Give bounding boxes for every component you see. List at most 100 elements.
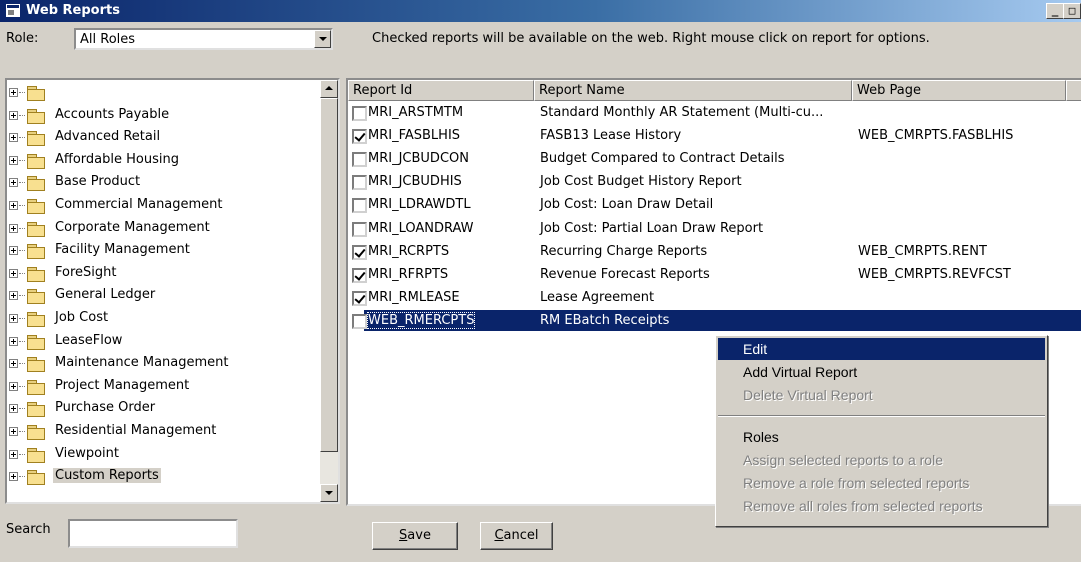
publish-checkbox[interactable] <box>352 106 367 121</box>
tree-connector <box>19 227 25 229</box>
tree-item[interactable]: Purchase Order <box>7 398 322 421</box>
scroll-up-button[interactable] <box>320 80 338 98</box>
report-id-cell: MRI_JCBUDCON <box>368 151 469 167</box>
expand-icon[interactable] <box>9 449 18 459</box>
report-name-cell: Job Cost Budget History Report <box>540 174 742 190</box>
tree-item[interactable]: Base Product <box>7 172 322 195</box>
scroll-thumb[interactable] <box>320 98 338 452</box>
menu-item[interactable]: Roles <box>718 426 1045 448</box>
tree-connector <box>19 114 25 116</box>
publish-checkbox[interactable] <box>352 175 367 191</box>
category-tree[interactable]: Custom Reports Viewpoint Residential Manag… <box>5 78 340 504</box>
table-row[interactable]: MRI_LDRAWDTL Job Cost: Loan Draw Detail <box>348 194 1081 216</box>
expand-icon[interactable] <box>9 246 18 256</box>
report-name-cell: FASB13 Lease History <box>540 128 682 144</box>
publish-checkbox[interactable] <box>352 198 367 214</box>
report-id-cell: MRI_LDRAWDTL <box>368 197 471 213</box>
expand-icon[interactable] <box>9 404 18 414</box>
tree-item[interactable]: Facility Management <box>7 240 322 263</box>
publish-checkbox[interactable] <box>352 129 367 145</box>
check-icon <box>354 130 366 142</box>
context-menu: Edit Add Virtual Report Delete Virtual Rep… <box>715 335 1048 527</box>
expand-icon[interactable] <box>9 427 18 436</box>
publish-checkbox[interactable] <box>352 267 367 283</box>
expand-icon[interactable] <box>9 336 18 346</box>
expand-icon[interactable] <box>9 201 18 210</box>
tree-item[interactable]: ForeSight <box>7 263 322 286</box>
table-row[interactable]: MRI_JCBUDCON Budget Compared to Contract … <box>348 148 1081 170</box>
publish-checkbox[interactable] <box>352 152 367 168</box>
dropdown-button[interactable] <box>314 30 331 48</box>
role-dropdown[interactable]: All Roles <box>74 28 333 50</box>
tree-item[interactable]: Affordable Housing <box>7 150 322 173</box>
menu-item: Assign selected reports to a role <box>743 452 943 468</box>
tree-item[interactable]: General Ledger <box>7 285 322 308</box>
tree-connector <box>19 250 25 252</box>
cancel-button[interactable]: Cancel <box>480 522 553 550</box>
publish-checkbox[interactable] <box>352 244 367 260</box>
window-title: Web Reports <box>26 3 120 18</box>
app-icon <box>6 4 20 17</box>
table-row[interactable]: MRI_JCBUDHIS Job Cost Budget History Repo… <box>348 171 1081 193</box>
table-row[interactable]: MRI_FASBLHIS FASB13 Lease History WEB_CMRP… <box>348 125 1081 147</box>
column-header-report-id[interactable]: Report Id <box>348 80 534 101</box>
scroll-down-button[interactable] <box>320 484 338 502</box>
folder-icon <box>27 244 45 260</box>
expand-icon[interactable] <box>9 291 18 301</box>
tree-item[interactable] <box>7 82 322 105</box>
expand-icon[interactable] <box>9 472 18 482</box>
tree-connector <box>19 92 25 93</box>
tree-scrollbar[interactable] <box>320 80 338 502</box>
menu-item[interactable]: Edit <box>718 338 1045 360</box>
publish-checkbox[interactable] <box>352 290 367 306</box>
table-row[interactable]: MRI_RMLEASE Lease Agreement <box>348 287 1081 309</box>
tree-connector <box>19 408 25 410</box>
report-name-cell: Job Cost: Partial Loan Draw Report <box>540 220 764 236</box>
table-row[interactable]: MRI_RCRPTS Recurring Charge Reports WEB_CM… <box>348 241 1081 263</box>
expand-icon[interactable] <box>9 381 18 391</box>
expand-icon[interactable] <box>9 155 18 165</box>
tree-item[interactable]: Residential Management <box>7 421 322 444</box>
table-row[interactable]: MRI_ARSTMTM Standard Monthly AR Statement… <box>348 102 1081 124</box>
publish-checkbox[interactable] <box>352 221 367 237</box>
tree-item[interactable]: Project Management <box>7 376 322 399</box>
folder-icon <box>27 176 45 192</box>
expand-icon[interactable] <box>9 314 18 323</box>
web-page-cell: WEB_CMRPTS.FASBLHIS <box>858 128 1014 144</box>
expand-icon[interactable] <box>9 268 18 278</box>
publish-checkbox[interactable] <box>352 313 367 329</box>
expand-icon[interactable] <box>9 133 18 143</box>
search-label: Search <box>6 522 51 537</box>
expand-icon[interactable] <box>9 223 18 233</box>
tree-item[interactable]: Job Cost <box>7 308 322 331</box>
folder-icon <box>27 357 45 373</box>
tree-connector <box>19 476 25 478</box>
table-row[interactable]: MRI_RFRPTS Revenue Forecast Reports WEB_CM… <box>348 264 1081 286</box>
search-input[interactable] <box>68 519 238 548</box>
expand-icon[interactable] <box>9 359 18 369</box>
tree-item[interactable]: Advanced Retail <box>7 127 322 150</box>
tree-item[interactable]: Custom Reports <box>7 466 322 489</box>
menu-item[interactable]: Add Virtual Report <box>718 361 1045 383</box>
table-row[interactable]: WEB_RMERCPTS RM EBatch Receipts <box>348 309 1081 332</box>
column-header-report-name[interactable]: Report Name <box>534 80 852 101</box>
expand-icon[interactable] <box>9 178 18 188</box>
tree-connector <box>19 159 25 161</box>
tree-item[interactable]: Commercial Management <box>7 195 322 218</box>
table-row[interactable]: MRI_LOANDRAW Job Cost: Partial Loan Draw … <box>348 218 1081 240</box>
folder-icon <box>27 153 45 169</box>
maximize-button[interactable]: □ <box>1063 3 1081 19</box>
tree-item[interactable]: LeaseFlow <box>7 331 322 354</box>
tree-item[interactable]: Accounts Payable <box>7 105 322 128</box>
tree-item[interactable]: Maintenance Management <box>7 353 322 376</box>
minimize-button[interactable]: _ <box>1046 3 1064 19</box>
expand-icon[interactable] <box>9 88 18 97</box>
tree-item[interactable]: Corporate Management <box>7 218 322 241</box>
column-header-web-page[interactable]: Web Page <box>852 80 1066 101</box>
tree-item[interactable]: Viewpoint <box>7 444 322 467</box>
report-id-cell: MRI_FASBLHIS <box>368 128 461 144</box>
expand-icon[interactable] <box>9 110 18 120</box>
save-button[interactable]: Save <box>372 522 458 550</box>
check-icon <box>354 268 366 281</box>
tree-item-label: General Ledger <box>55 287 156 303</box>
